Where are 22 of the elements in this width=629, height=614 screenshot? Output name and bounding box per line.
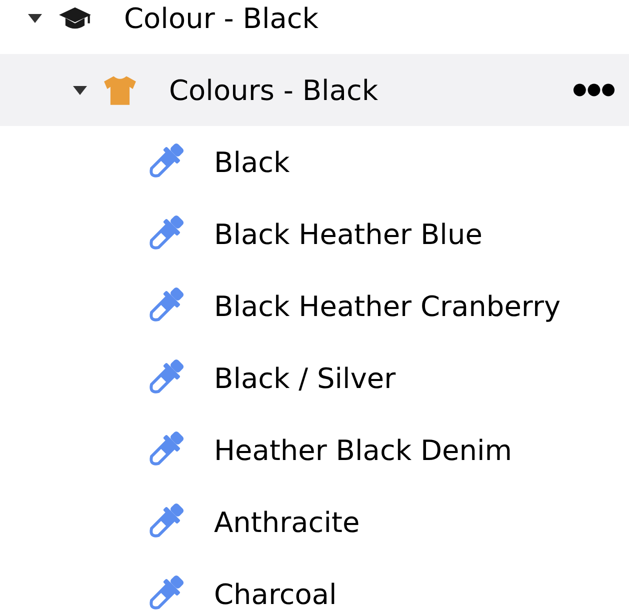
tree-row[interactable]: Anthracite	[0, 486, 629, 558]
tree-row[interactable]: Black / Silver	[0, 342, 629, 414]
caret-down-icon[interactable]	[28, 14, 42, 22]
tree-row[interactable]: Colour - Black	[0, 0, 629, 54]
item-label: Colour - Black	[124, 2, 319, 34]
caret-down-icon[interactable]	[73, 86, 87, 94]
item-label: Black Heather Cranberry	[214, 290, 561, 322]
item-label: Charcoal	[214, 578, 337, 610]
item-label: Black	[214, 146, 290, 178]
more-icon[interactable]	[573, 83, 615, 97]
tree-row[interactable]: Heather Black Denim	[0, 414, 629, 486]
tree-row[interactable]: Charcoal	[0, 558, 629, 614]
tree-row[interactable]: Colours - Black	[0, 54, 629, 126]
cap-icon	[58, 5, 92, 31]
tree-row[interactable]: Black Heather Blue	[0, 198, 629, 270]
tree-row[interactable]: Black	[0, 126, 629, 198]
item-label: Colours - Black	[169, 74, 378, 106]
item-label: Heather Black Denim	[214, 434, 512, 466]
item-label: Black Heather Blue	[214, 218, 482, 250]
item-label: Anthracite	[214, 506, 360, 538]
tree-row[interactable]: Black Heather Cranberry	[0, 270, 629, 342]
item-label: Black / Silver	[214, 362, 396, 394]
